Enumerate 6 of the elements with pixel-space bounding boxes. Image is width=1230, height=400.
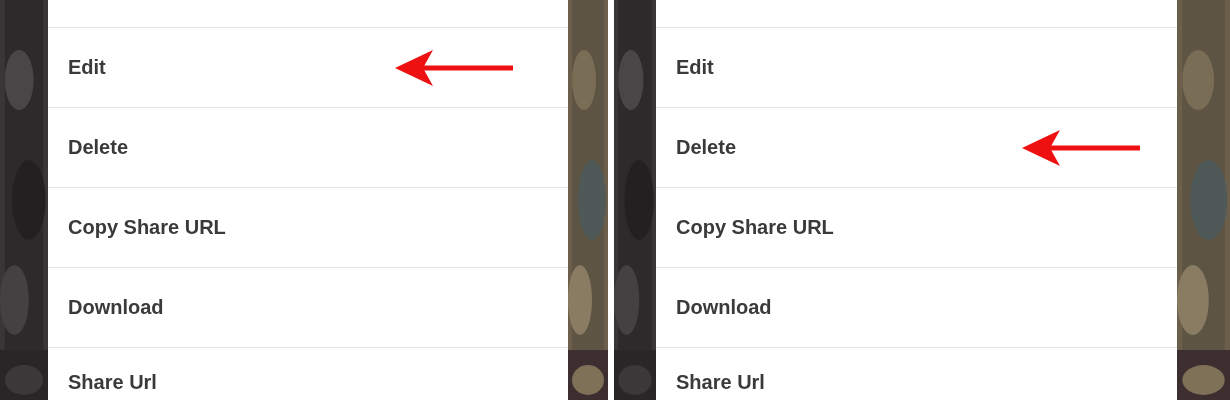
arrow-icon bbox=[1022, 127, 1140, 168]
menu-item[interactable]: Share Url bbox=[656, 348, 1177, 398]
menu-item[interactable]: Delete bbox=[656, 108, 1177, 188]
menu-item[interactable]: Share Url bbox=[48, 348, 568, 398]
arrow-icon bbox=[395, 47, 513, 88]
menu-item[interactable]: Edit bbox=[48, 28, 568, 108]
